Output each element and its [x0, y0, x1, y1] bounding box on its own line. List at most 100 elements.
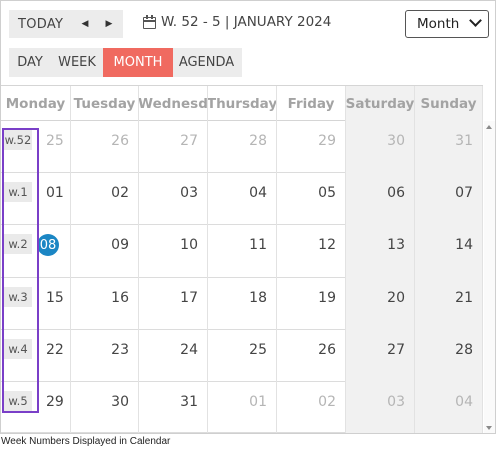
date-cell[interactable]: 11	[208, 225, 277, 278]
date-number[interactable]: 04	[249, 185, 267, 201]
date-number[interactable]: 17	[180, 290, 198, 306]
date-cell[interactable]: 30	[346, 121, 415, 173]
date-cell[interactable]: 02	[277, 382, 346, 433]
date-cell[interactable]: 25	[208, 330, 277, 382]
date-cell[interactable]: 07	[415, 173, 483, 225]
view-select[interactable]: Month	[405, 10, 489, 38]
date-cell[interactable]: 03	[346, 382, 415, 433]
date-range-button[interactable]: W. 52 - 5 | JANUARY 2024	[143, 14, 331, 30]
date-cell[interactable]: 01	[208, 382, 277, 433]
week-number-badge[interactable]: w.52	[4, 130, 32, 150]
date-number[interactable]: 11	[249, 237, 267, 253]
date-number[interactable]: 22	[46, 342, 64, 358]
date-number[interactable]: 06	[387, 185, 405, 201]
date-number[interactable]: 15	[46, 290, 64, 306]
scroll-up-icon[interactable]	[486, 125, 492, 129]
date-number[interactable]: 16	[111, 290, 129, 306]
date-cell[interactable]: 13	[346, 225, 415, 278]
date-cell[interactable]: 29	[277, 121, 346, 173]
prev-arrow-icon[interactable]: ◀	[76, 10, 94, 38]
date-cell[interactable]: 03	[139, 173, 208, 225]
date-number-today[interactable]: 08	[40, 238, 57, 253]
date-cell[interactable]: 04	[415, 382, 483, 433]
date-cell[interactable]: 31	[139, 382, 208, 433]
date-number[interactable]: 25	[46, 133, 64, 149]
date-cell[interactable]: w.3 15	[1, 278, 71, 330]
date-number[interactable]: 01	[249, 394, 267, 410]
date-cell[interactable]: 12	[277, 225, 346, 278]
date-cell[interactable]: 17	[139, 278, 208, 330]
date-cell[interactable]: 23	[71, 330, 139, 382]
date-number[interactable]: 03	[387, 394, 405, 410]
date-number[interactable]: 04	[455, 394, 473, 410]
date-number[interactable]: 26	[318, 342, 336, 358]
date-number[interactable]: 27	[180, 133, 198, 149]
date-cell[interactable]: 10	[139, 225, 208, 278]
date-number[interactable]: 29	[318, 133, 336, 149]
date-number[interactable]: 09	[111, 237, 129, 253]
date-number[interactable]: 13	[387, 237, 405, 253]
week-number-badge[interactable]: w.4	[4, 339, 32, 359]
date-number[interactable]: 26	[111, 133, 129, 149]
tab-week[interactable]: WEEK	[53, 48, 101, 77]
date-cell[interactable]: 28	[208, 121, 277, 173]
date-cell[interactable]: 24	[139, 330, 208, 382]
date-number[interactable]: 28	[455, 342, 473, 358]
date-cell[interactable]: 16	[71, 278, 139, 330]
date-number[interactable]: 27	[387, 342, 405, 358]
date-cell[interactable]: 20	[346, 278, 415, 330]
date-cell[interactable]: 19	[277, 278, 346, 330]
date-number[interactable]: 14	[455, 237, 473, 253]
date-cell[interactable]: 26	[71, 121, 139, 173]
date-cell[interactable]: 18	[208, 278, 277, 330]
date-number[interactable]: 10	[180, 237, 198, 253]
week-number-badge[interactable]: w.3	[4, 287, 32, 307]
date-number[interactable]: 12	[318, 237, 336, 253]
date-cell[interactable]: 09	[71, 225, 139, 278]
date-number[interactable]: 23	[111, 342, 129, 358]
date-cell[interactable]: 27	[139, 121, 208, 173]
scroll-down-icon[interactable]	[486, 426, 492, 430]
date-cell[interactable]: 30	[71, 382, 139, 433]
date-number[interactable]: 28	[249, 133, 267, 149]
date-cell[interactable]: w.4 22	[1, 330, 71, 382]
date-number[interactable]: 24	[180, 342, 198, 358]
date-number[interactable]: 07	[455, 185, 473, 201]
date-cell[interactable]: 27	[346, 330, 415, 382]
week-number-badge[interactable]: w.1	[4, 182, 32, 202]
date-number[interactable]: 19	[318, 290, 336, 306]
date-cell[interactable]: 26	[277, 330, 346, 382]
date-number[interactable]: 31	[455, 133, 473, 149]
date-number[interactable]: 29	[46, 394, 64, 410]
date-number[interactable]: 25	[249, 342, 267, 358]
date-number[interactable]: 30	[111, 394, 129, 410]
date-number[interactable]: 21	[455, 290, 473, 306]
date-number[interactable]: 05	[318, 185, 336, 201]
date-number[interactable]: 02	[111, 185, 129, 201]
date-cell[interactable]: 04	[208, 173, 277, 225]
tab-month[interactable]: MONTH	[103, 48, 173, 77]
date-cell[interactable]: w.2 08	[1, 225, 71, 278]
date-cell[interactable]: 02	[71, 173, 139, 225]
date-number[interactable]: 03	[180, 185, 198, 201]
date-cell[interactable]: w.1 01	[1, 173, 71, 225]
date-number[interactable]: 18	[249, 290, 267, 306]
tab-day[interactable]: DAY	[9, 48, 51, 77]
week-number-badge[interactable]: w.5	[4, 391, 32, 411]
date-cell[interactable]: 05	[277, 173, 346, 225]
date-number[interactable]: 20	[387, 290, 405, 306]
date-number[interactable]: 31	[180, 394, 198, 410]
week-number-badge[interactable]: w.2	[4, 234, 32, 254]
date-cell[interactable]: 31	[415, 121, 483, 173]
date-number[interactable]: 02	[318, 394, 336, 410]
next-arrow-icon[interactable]: ▶	[100, 10, 118, 38]
date-number[interactable]: 01	[46, 185, 64, 201]
date-cell[interactable]: w.52 25	[1, 121, 71, 173]
date-cell[interactable]: 06	[346, 173, 415, 225]
date-cell[interactable]: 14	[415, 225, 483, 278]
tab-agenda[interactable]: AGENDA	[175, 48, 238, 77]
date-number[interactable]: 30	[387, 133, 405, 149]
date-cell[interactable]: 21	[415, 278, 483, 330]
date-cell[interactable]: 28	[415, 330, 483, 382]
vertical-scrollbar[interactable]	[484, 121, 495, 433]
